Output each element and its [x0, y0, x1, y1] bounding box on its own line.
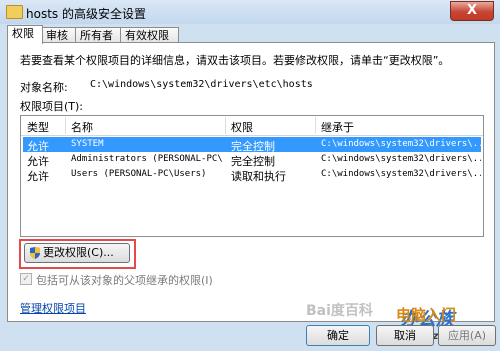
watermark-baidu: Bai度百科 — [306, 303, 373, 319]
table-row[interactable]: 允许 SYSTEM 完全控制 C:\windows\system32\drive… — [23, 137, 481, 153]
column-header-type[interactable]: 类型 — [27, 119, 49, 135]
row-name: SYSTEM — [71, 139, 104, 149]
table-row[interactable]: 允许 Users (PERSONAL-PC\Users) 读取和执行 C:\wi… — [23, 167, 481, 183]
permission-entries-label: 权限项目(T): — [20, 100, 84, 113]
change-permissions-label: 更改权限(C)... — [43, 246, 114, 259]
list-header: 类型 名称 权限 继承于 — [21, 116, 483, 136]
close-button[interactable]: X — [450, 1, 494, 21]
object-name-value: C:\windows\system32\drivers\etc\hosts — [90, 79, 313, 90]
tab-owner[interactable]: 所有者 — [75, 27, 122, 43]
watermark-beginner: 电脑入门 — [396, 306, 457, 324]
change-permissions-button[interactable]: 更改权限(C)... — [24, 243, 130, 263]
row-inherited-from: C:\windows\system32\drivers\... — [321, 154, 481, 164]
inherit-checkbox-label: 包括可从该对象的父项继承的权限(I) — [36, 274, 213, 287]
uac-shield-icon — [30, 247, 40, 259]
permissions-panel: 若要查看某个权限项目的详细信息，请双击该项目。若要修改权限，请单击“更改权限”。… — [7, 42, 495, 342]
row-name: Users (PERSONAL-PC\Users) — [71, 169, 207, 179]
tab-effective-permissions[interactable]: 有效权限 — [120, 27, 179, 43]
inherit-checkbox[interactable]: ✓ — [20, 273, 32, 285]
cancel-button[interactable]: 取消 — [376, 325, 434, 346]
folder-icon — [6, 5, 23, 19]
tab-audit[interactable]: 审核 — [41, 27, 77, 43]
table-row[interactable]: 允许 Administrators (PERSONAL-PC\... 完全控制 … — [23, 152, 481, 168]
row-name: Administrators (PERSONAL-PC\... — [71, 154, 223, 164]
column-header-inherited-from[interactable]: 继承于 — [321, 119, 354, 135]
manage-permission-entries-link[interactable]: 管理权限项目 — [20, 300, 86, 316]
row-permission: 读取和执行 — [231, 170, 286, 183]
ok-button[interactable]: 确定 — [306, 325, 370, 346]
apply-button[interactable]: 应用(A) — [438, 325, 496, 346]
row-type: 允许 — [27, 170, 49, 183]
row-inherited-from: C:\windows\system32\drivers\... — [321, 139, 481, 149]
title-bar: hosts 的高级安全设置 X — [0, 0, 500, 24]
column-header-name[interactable]: 名称 — [71, 119, 93, 135]
instructions-text: 若要查看某个权限项目的详细信息，请双击该项目。若要修改权限，请单击“更改权限”。 — [20, 54, 450, 67]
column-header-permission[interactable]: 权限 — [231, 119, 253, 135]
window-title: hosts 的高级安全设置 — [26, 7, 146, 21]
tab-permissions[interactable]: 权限 — [7, 25, 43, 44]
object-name-label: 对象名称: — [20, 81, 68, 94]
permission-entries-list[interactable]: 类型 名称 权限 继承于 允许 SYSTEM 完全控制 C:\windows\s… — [20, 115, 484, 237]
row-inherited-from: C:\windows\system32\drivers\... — [321, 169, 481, 179]
